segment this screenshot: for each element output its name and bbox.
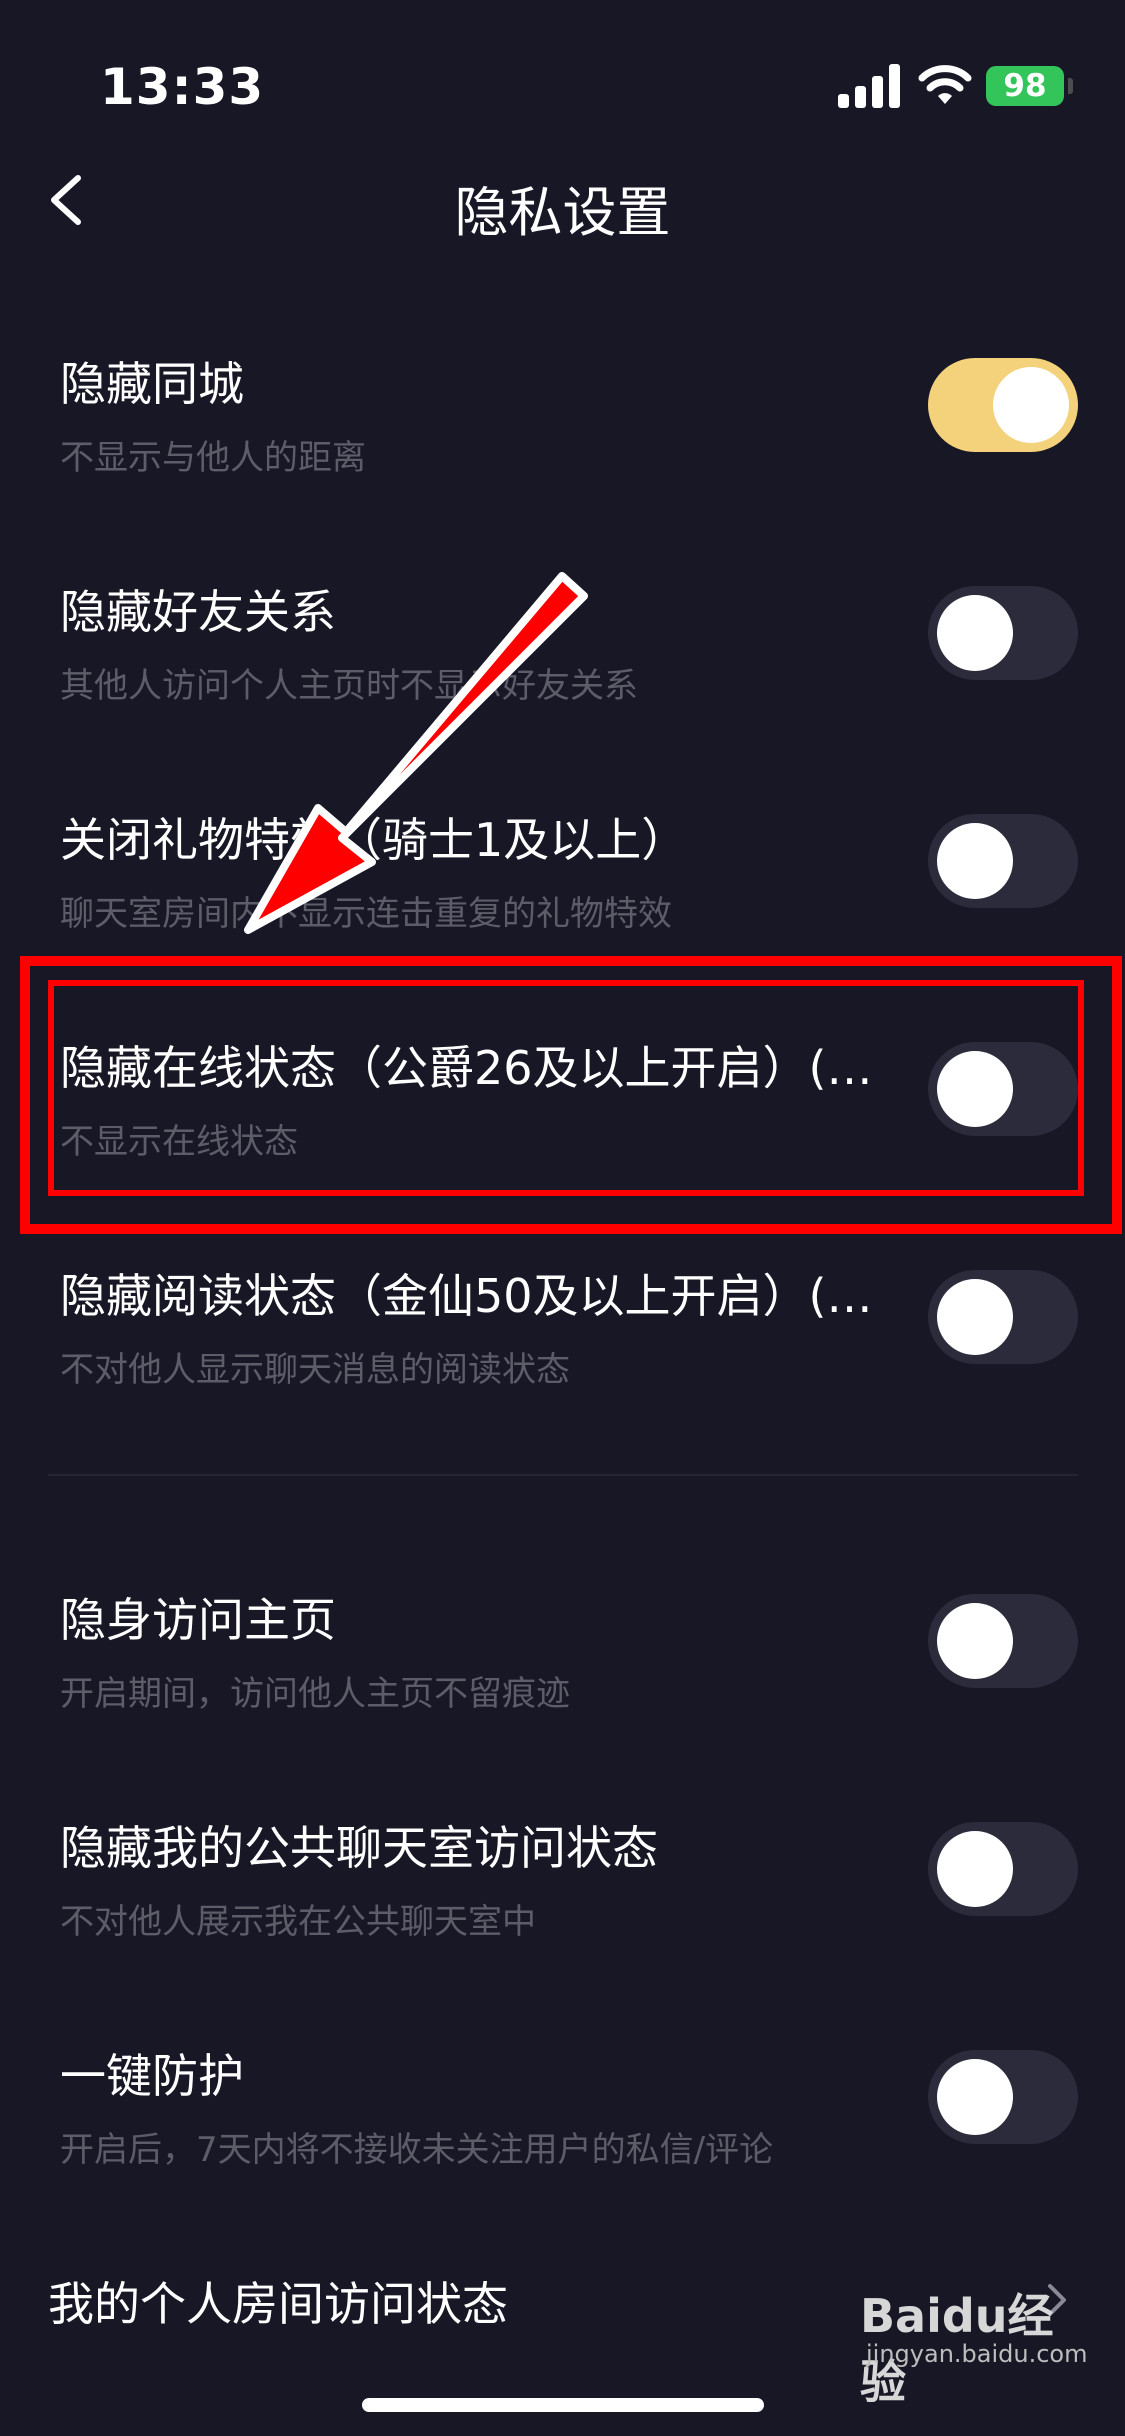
setting-subtitle: 聊天室房间内不显示连击重复的礼物特效 (60, 894, 672, 934)
toggle-hide-nearby[interactable] (928, 358, 1078, 452)
link-label: 我的个人房间访问状态 (48, 2277, 508, 2331)
setting-title: 关闭礼物特效（骑士1及以上） (60, 813, 688, 867)
toggle-knob (937, 1603, 1013, 1679)
status-bar: 13:33 98 (0, 0, 1125, 170)
setting-row-one-key-protect: 一键防护 开启后，7天内将不接收未关注用户的私信/评论 (0, 2022, 1125, 2222)
wifi-icon (918, 65, 972, 104)
status-time: 13:33 (100, 58, 265, 116)
battery-level: 98 (1003, 68, 1047, 104)
baidu-jingyan-watermark: Baidu经验 jingyan.baidu.com (860, 2280, 1090, 2409)
setting-row-hide-nearby: 隐藏同城 不显示与他人的距离 (0, 330, 1125, 530)
toggle-knob (937, 2059, 1013, 2135)
page-title: 隐私设置 (454, 181, 671, 244)
setting-row-stealth-visit: 隐身访问主页 开启期间，访问他人主页不留痕迹 (0, 1566, 1125, 1766)
setting-title: 隐身访问主页 (60, 1593, 336, 1647)
toggle-knob (937, 1831, 1013, 1907)
setting-row-hide-friends: 隐藏好友关系 其他人访问个人主页时不显示好友关系 (0, 558, 1125, 758)
battery-indicator: 98 (986, 66, 1064, 106)
home-indicator (362, 2398, 764, 2412)
nav-bar: 隐私设置 (0, 150, 1125, 250)
setting-row-public-room: 隐藏我的公共聊天室访问状态 不对他人展示我在公共聊天室中 (0, 1794, 1125, 1994)
watermark-url: jingyan.baidu.com (866, 2340, 1088, 2368)
setting-subtitle: 开启期间，访问他人主页不留痕迹 (60, 1674, 570, 1714)
setting-subtitle: 不对他人显示聊天消息的阅读状态 (60, 1350, 570, 1390)
toggle-hide-read[interactable] (928, 1270, 1078, 1364)
setting-title: 隐藏好友关系 (60, 585, 336, 639)
annotation-highlight-inner-box (48, 980, 1084, 1196)
setting-title: 一键防护 (60, 2049, 244, 2103)
setting-title: 隐藏阅读状态（金仙50及以上开启）(… (60, 1269, 873, 1323)
setting-subtitle: 开启后，7天内将不接收未关注用户的私信/评论 (60, 2130, 774, 2170)
cellular-signal-icon (838, 64, 902, 108)
toggle-knob (937, 595, 1013, 671)
toggle-hide-friends[interactable] (928, 586, 1078, 680)
setting-row-hide-read: 隐藏阅读状态（金仙50及以上开启）(… 不对他人显示聊天消息的阅读状态 (0, 1242, 1125, 1442)
setting-subtitle: 不对他人展示我在公共聊天室中 (60, 1902, 536, 1942)
toggle-stealth-visit[interactable] (928, 1594, 1078, 1688)
setting-subtitle: 其他人访问个人主页时不显示好友关系 (60, 666, 638, 706)
toggle-knob (937, 1279, 1013, 1355)
setting-subtitle: 不显示与他人的距离 (60, 438, 366, 478)
setting-title: 隐藏同城 (60, 357, 244, 411)
toggle-public-room[interactable] (928, 1822, 1078, 1916)
toggle-one-key-protect[interactable] (928, 2050, 1078, 2144)
section-divider (48, 1474, 1078, 1476)
toggle-knob (993, 367, 1069, 443)
battery-tip (1068, 78, 1073, 94)
toggle-knob (937, 823, 1013, 899)
setting-title: 隐藏我的公共聊天室访问状态 (60, 1821, 658, 1875)
toggle-gift-effects[interactable] (928, 814, 1078, 908)
